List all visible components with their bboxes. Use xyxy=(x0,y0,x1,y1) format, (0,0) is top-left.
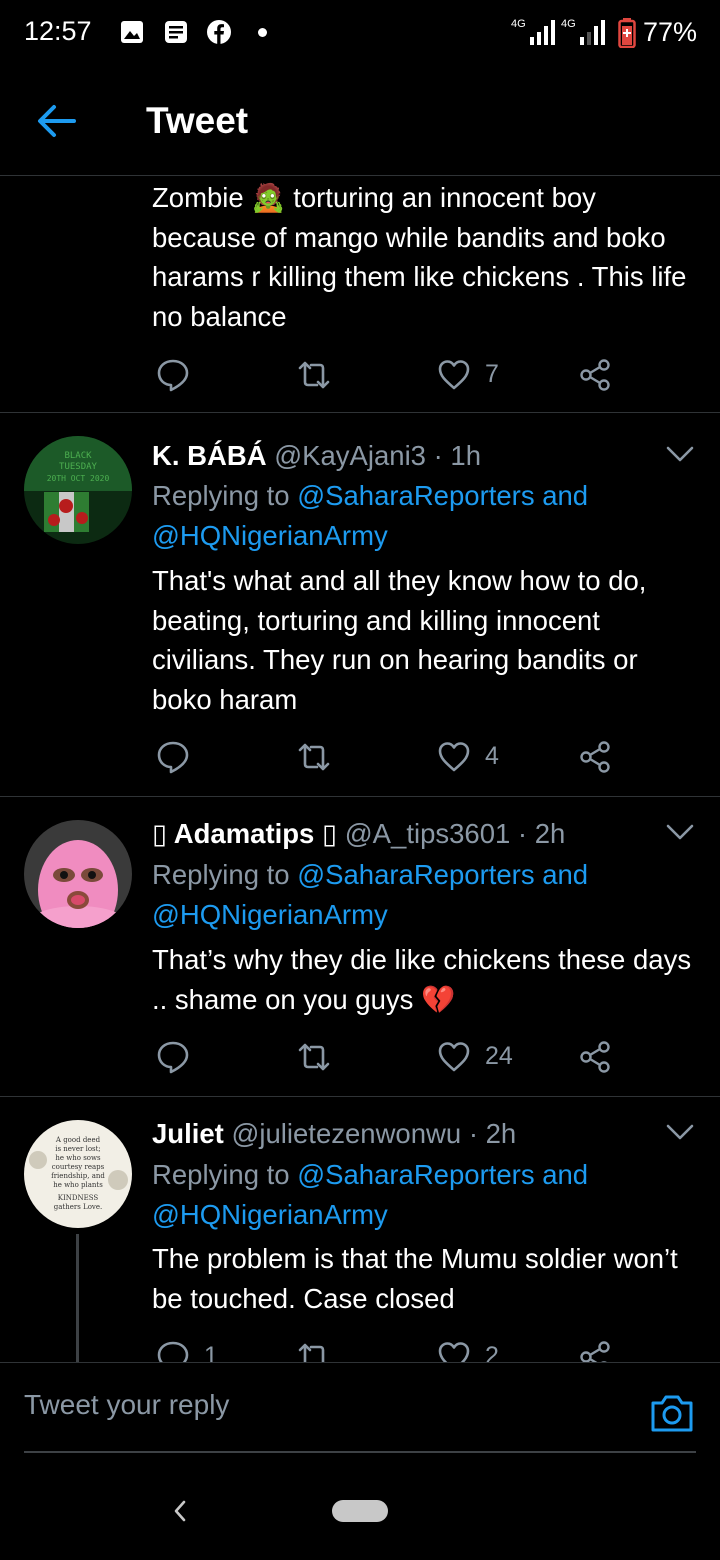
like-button[interactable]: 4 xyxy=(437,740,527,774)
avatar[interactable] xyxy=(24,820,132,928)
battery-percentage: 77% xyxy=(643,17,698,47)
share-button[interactable] xyxy=(578,358,612,392)
svg-text:he who sows: he who sows xyxy=(55,1154,101,1162)
tweet-text: The problem is that the Mumu soldier won… xyxy=(152,1243,678,1314)
dot-icon xyxy=(258,28,267,37)
mention-link[interactable]: @HQNigerianArmy xyxy=(152,899,388,930)
mention-and[interactable]: and xyxy=(535,480,588,511)
svg-text:TUESDAY: TUESDAY xyxy=(59,462,98,472)
mention-and[interactable]: and xyxy=(535,859,588,890)
like-button[interactable]: 24 xyxy=(437,1040,527,1074)
tweet-header: ▯ Adamatips ▯ @A_tips3601 · 2h xyxy=(152,814,565,854)
retweet-button[interactable] xyxy=(296,740,376,774)
avatar[interactable]: A good deed is never lost; he who sows c… xyxy=(24,1120,132,1228)
image-icon xyxy=(121,21,143,43)
svg-text:friendship, and: friendship, and xyxy=(51,1172,105,1180)
page-title: Tweet xyxy=(146,100,249,141)
reply-composer: Tweet your reply xyxy=(0,1362,720,1454)
reply-input[interactable]: Tweet your reply xyxy=(24,1389,229,1421)
heart-icon xyxy=(438,1042,470,1072)
mention-link[interactable]: @SaharaReporters xyxy=(297,480,534,511)
svg-text:4G: 4G xyxy=(511,18,526,30)
tweet-text: That’s why they die like chickens these … xyxy=(152,944,692,1015)
reply-icon xyxy=(157,741,189,774)
share-icon xyxy=(580,741,610,773)
message-icon xyxy=(165,21,187,43)
retweet-button[interactable] xyxy=(296,358,376,392)
retweet-icon xyxy=(298,361,330,389)
status-time: 12:57 xyxy=(24,16,92,46)
handle: @A_tips3601 · 2h xyxy=(344,818,566,849)
signal-icon-2: 4G xyxy=(561,18,605,45)
svg-text:is never lost;: is never lost; xyxy=(55,1145,101,1153)
mention-link[interactable]: @SaharaReporters xyxy=(297,1159,534,1190)
share-button[interactable] xyxy=(578,1040,612,1074)
mention-and[interactable]: and xyxy=(535,1159,588,1190)
heart-icon xyxy=(438,742,470,772)
home-pill-icon[interactable] xyxy=(332,1500,388,1522)
handle: @julietezenwonwu · 2h xyxy=(231,1118,517,1149)
tweet-header: Juliet @julietezenwonwu · 2h xyxy=(152,1114,516,1154)
facebook-icon xyxy=(207,20,231,44)
avatar[interactable]: BLACK TUESDAY 20TH OCT 2020 xyxy=(24,436,132,544)
tweet-header: K. BÁBÁ @KayAjani3 · 1h xyxy=(152,436,481,476)
input-underline xyxy=(24,1451,696,1453)
replying-to: Replying to @SaharaReporters and @HQNige… xyxy=(152,476,697,555)
reply-icon xyxy=(157,1041,189,1074)
display-name[interactable]: ▯ Adamatips ▯ xyxy=(152,818,337,849)
battery-icon xyxy=(618,18,636,48)
replying-prefix: Replying to xyxy=(152,480,298,511)
chevron-down-icon[interactable] xyxy=(664,444,696,464)
replying-prefix: Replying to xyxy=(152,859,298,890)
mention-link[interactable]: @HQNigerianArmy xyxy=(152,1199,388,1230)
svg-text:courtesy reaps: courtesy reaps xyxy=(52,1163,105,1171)
svg-text:gathers Love.: gathers Love. xyxy=(54,1203,102,1211)
handle: @KayAjani3 · 1h xyxy=(274,440,482,471)
svg-text:BLACK: BLACK xyxy=(64,451,92,461)
retweet-button[interactable] xyxy=(296,1040,376,1074)
svg-text:4G: 4G xyxy=(561,18,576,30)
divider xyxy=(0,1096,720,1097)
share-icon xyxy=(580,359,610,391)
svg-text:A good deed: A good deed xyxy=(55,1136,101,1144)
chevron-down-icon[interactable] xyxy=(664,822,696,842)
retweet-icon xyxy=(298,743,330,771)
replying-prefix: Replying to xyxy=(152,1159,298,1190)
share-icon xyxy=(580,1041,610,1073)
share-button[interactable] xyxy=(578,740,612,774)
like-count: 4 xyxy=(485,742,499,770)
reply-icon xyxy=(157,359,189,392)
divider xyxy=(0,412,720,413)
svg-text:he who plants: he who plants xyxy=(53,1181,103,1189)
chevron-down-icon[interactable] xyxy=(664,1122,696,1142)
thread-line xyxy=(76,1234,79,1364)
arrow-left-icon[interactable] xyxy=(36,104,76,138)
svg-text:KINDNESS: KINDNESS xyxy=(58,1194,99,1202)
like-count: 7 xyxy=(485,360,499,388)
camera-icon[interactable] xyxy=(650,1393,694,1433)
heart-icon xyxy=(438,360,470,390)
like-button[interactable]: 7 xyxy=(437,358,527,392)
display-name[interactable]: Juliet xyxy=(152,1118,224,1149)
replying-to: Replying to @SaharaReporters and @HQNige… xyxy=(152,855,697,934)
reply-button[interactable] xyxy=(156,740,236,774)
signal-icon: 4G xyxy=(511,18,555,45)
status-bar: 12:57 4G 4G 77% xyxy=(0,0,720,66)
reply-button[interactable] xyxy=(156,358,236,392)
mention-link[interactable]: @SaharaReporters xyxy=(297,859,534,890)
mention-link[interactable]: @HQNigerianArmy xyxy=(152,520,388,551)
reply-button[interactable] xyxy=(156,1040,236,1074)
nav-back-icon[interactable] xyxy=(168,1496,192,1526)
retweet-icon xyxy=(298,1043,330,1071)
display-name[interactable]: K. BÁBÁ xyxy=(152,440,267,471)
svg-text:20TH OCT 2020: 20TH OCT 2020 xyxy=(47,474,110,483)
tweet-text: Zombie 🧟 torturing an innocent boy becau… xyxy=(152,182,687,332)
replying-to: Replying to @SaharaReporters and @HQNige… xyxy=(152,1155,697,1234)
like-count: 24 xyxy=(485,1042,513,1070)
divider xyxy=(0,796,720,797)
tweet-text: That's what and all they know how to do,… xyxy=(152,565,647,715)
header: Tweet xyxy=(0,66,720,176)
